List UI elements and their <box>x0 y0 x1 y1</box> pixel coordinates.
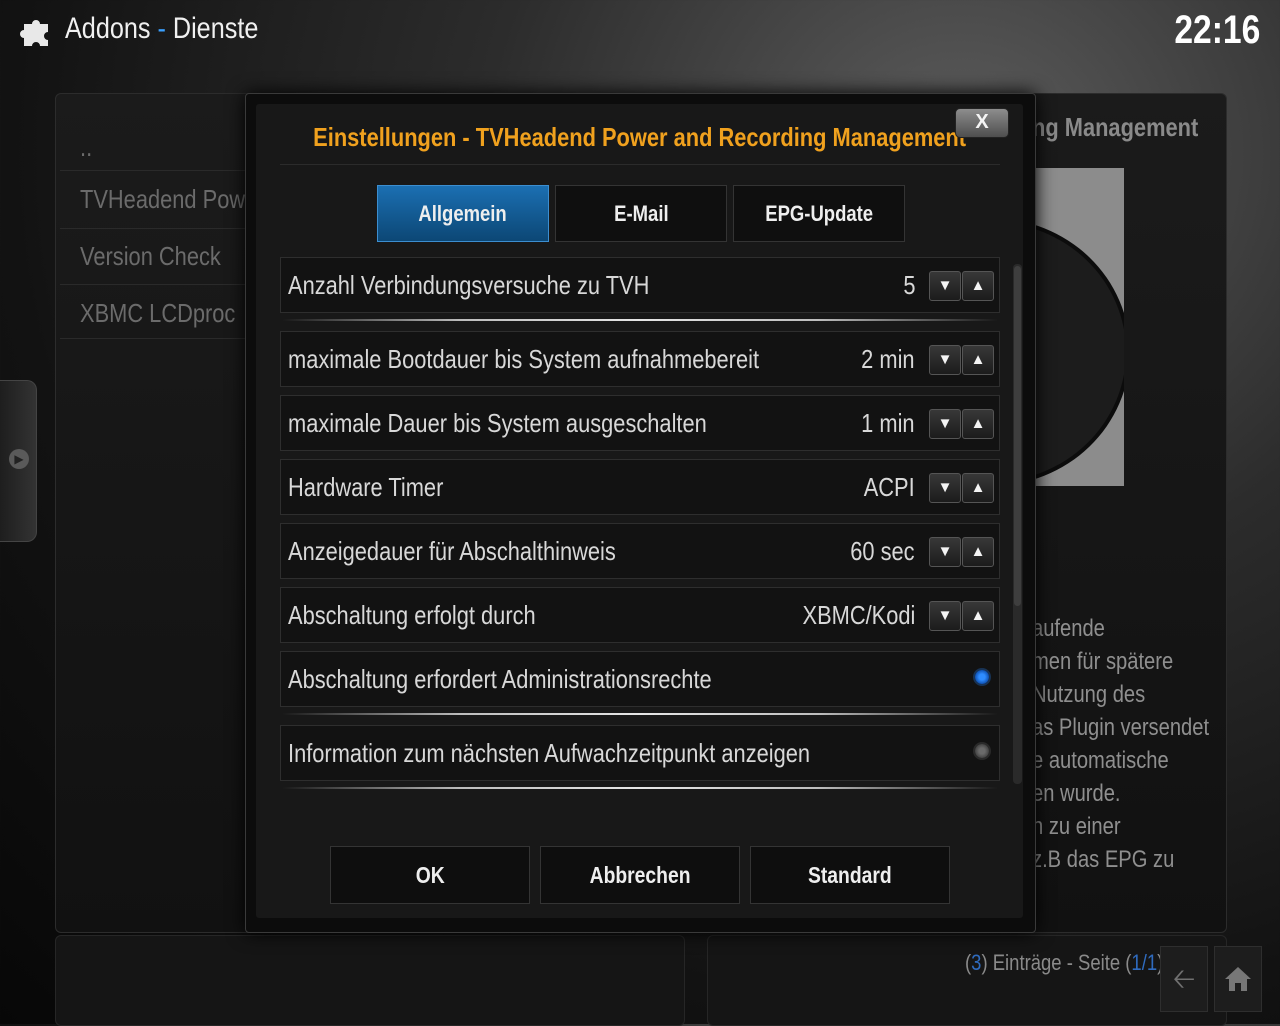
setting-label: maximale Dauer bis System ausgeschalten <box>288 408 707 438</box>
spinner-up-button[interactable]: ▲ <box>962 345 994 375</box>
spinner-down-button[interactable]: ▼ <box>929 537 961 567</box>
divider <box>60 228 250 229</box>
page-number: 1/1 <box>1131 950 1158 975</box>
spinner-down-button[interactable]: ▼ <box>929 271 961 301</box>
back-arrow-icon: 🡠 <box>1172 963 1196 994</box>
bottom-nav-bar <box>707 935 1227 1026</box>
clock: 22:16 <box>1174 8 1260 52</box>
divider <box>282 787 998 789</box>
chevron-right-icon: ▶ <box>9 449 29 469</box>
cancel-button[interactable]: Abbrechen <box>540 846 740 904</box>
header-section: Addons <box>65 12 151 45</box>
spinner-up-button[interactable]: ▲ <box>962 409 994 439</box>
spinner-control: ▼ ▲ <box>929 537 994 567</box>
addon-description: aufende men für spätere Nutzung des as P… <box>1032 615 1210 873</box>
setting-label: Abschaltung erfordert Administrationsrec… <box>288 664 712 694</box>
divider <box>282 713 998 715</box>
default-button[interactable]: Standard <box>750 846 950 904</box>
divider <box>280 164 1000 165</box>
spinner-up-button[interactable]: ▲ <box>962 601 994 631</box>
dialog-title: Einstellungen - TVHeadend Power and Reco… <box>313 122 966 152</box>
setting-row-shutdown-duration[interactable]: maximale Dauer bis System ausgeschalten … <box>280 395 1000 451</box>
divider <box>60 284 250 285</box>
radio-toggle-off[interactable] <box>975 744 989 758</box>
scrollbar-thumb[interactable] <box>1014 266 1021 606</box>
spinner-control: ▼ ▲ <box>929 409 994 439</box>
tab-allgemein[interactable]: Allgemein <box>377 185 549 242</box>
scrollbar[interactable] <box>1013 264 1022 784</box>
ok-button[interactable]: OK <box>330 846 530 904</box>
setting-label: Hardware Timer <box>288 472 444 502</box>
list-item[interactable]: Version Check <box>80 241 248 272</box>
setting-value: 1 min <box>861 408 915 438</box>
spinner-down-button[interactable]: ▼ <box>929 409 961 439</box>
close-button[interactable]: X <box>955 108 1009 138</box>
list-item[interactable]: XBMC LCDproc <box>80 298 265 329</box>
spinner-control: ▼ ▲ <box>929 601 994 631</box>
close-icon: X <box>975 111 989 133</box>
setting-row-wakeup-info[interactable]: Information zum nächsten Aufwachzeitpunk… <box>280 725 1000 781</box>
setting-value: 5 <box>902 270 915 300</box>
puzzle-icon <box>20 20 48 46</box>
side-menu-tab[interactable]: ▶ <box>0 380 37 542</box>
divider <box>60 170 250 171</box>
bottom-info-bar <box>55 935 685 1026</box>
setting-row-boot-duration[interactable]: maximale Bootdauer bis System aufnahmebe… <box>280 331 1000 387</box>
setting-value: 60 sec <box>850 536 915 566</box>
spinner-up-button[interactable]: ▲ <box>962 271 994 301</box>
spinner-down-button[interactable]: ▼ <box>929 473 961 503</box>
addon-thumbnail <box>1032 168 1124 486</box>
header-category: Dienste <box>172 12 259 45</box>
setting-label: maximale Bootdauer bis System aufnahmebe… <box>288 344 760 374</box>
setting-row-hardware-timer[interactable]: Hardware Timer ACPI ▼ ▲ <box>280 459 1000 515</box>
spinner-up-button[interactable]: ▲ <box>962 473 994 503</box>
home-icon <box>1225 967 1251 991</box>
spinner-up-button[interactable]: ▲ <box>962 537 994 567</box>
spinner-control: ▼ ▲ <box>929 345 994 375</box>
item-count: 3 <box>971 950 982 975</box>
header-separator: - <box>157 12 166 45</box>
spinner-down-button[interactable]: ▼ <box>929 601 961 631</box>
spinner-down-button[interactable]: ▼ <box>929 345 961 375</box>
setting-row-notice-duration[interactable]: Anzeigedauer für Abschalthinweis 60 sec … <box>280 523 1000 579</box>
header-breadcrumb: Addons - Dienste <box>65 12 295 46</box>
tab-email[interactable]: E-Mail <box>555 185 727 242</box>
back-button[interactable]: 🡠 <box>1160 946 1208 1012</box>
spinner-control: ▼ ▲ <box>929 473 994 503</box>
setting-row-shutdown-by[interactable]: Abschaltung erfolgt durch XBMC/Kodi ▼ ▲ <box>280 587 1000 643</box>
setting-row-admin-rights[interactable]: Abschaltung erfordert Administrationsrec… <box>280 651 1000 707</box>
setting-value: XBMC/Kodi <box>802 600 915 630</box>
list-item[interactable]: .. <box>80 132 94 163</box>
setting-label: Information zum nächsten Aufwachzeitpunk… <box>288 738 811 768</box>
divider <box>282 319 998 321</box>
setting-label: Abschaltung erfolgt durch <box>288 600 536 630</box>
spinner-control: ▼ ▲ <box>929 271 994 301</box>
setting-value: ACPI <box>864 472 915 502</box>
setting-label: Anzahl Verbindungsversuche zu TVH <box>288 270 650 300</box>
setting-label: Anzeigedauer für Abschalthinweis <box>288 536 616 566</box>
radio-toggle-on[interactable] <box>975 670 989 684</box>
setting-value: 2 min <box>861 344 915 374</box>
tab-epg-update[interactable]: EPG-Update <box>733 185 905 242</box>
home-button[interactable] <box>1214 946 1262 1012</box>
setting-row-connection-attempts[interactable]: Anzahl Verbindungsversuche zu TVH 5 ▼ ▲ <box>280 257 1000 313</box>
divider <box>60 338 250 339</box>
addon-heading: ng Management <box>1032 112 1199 142</box>
